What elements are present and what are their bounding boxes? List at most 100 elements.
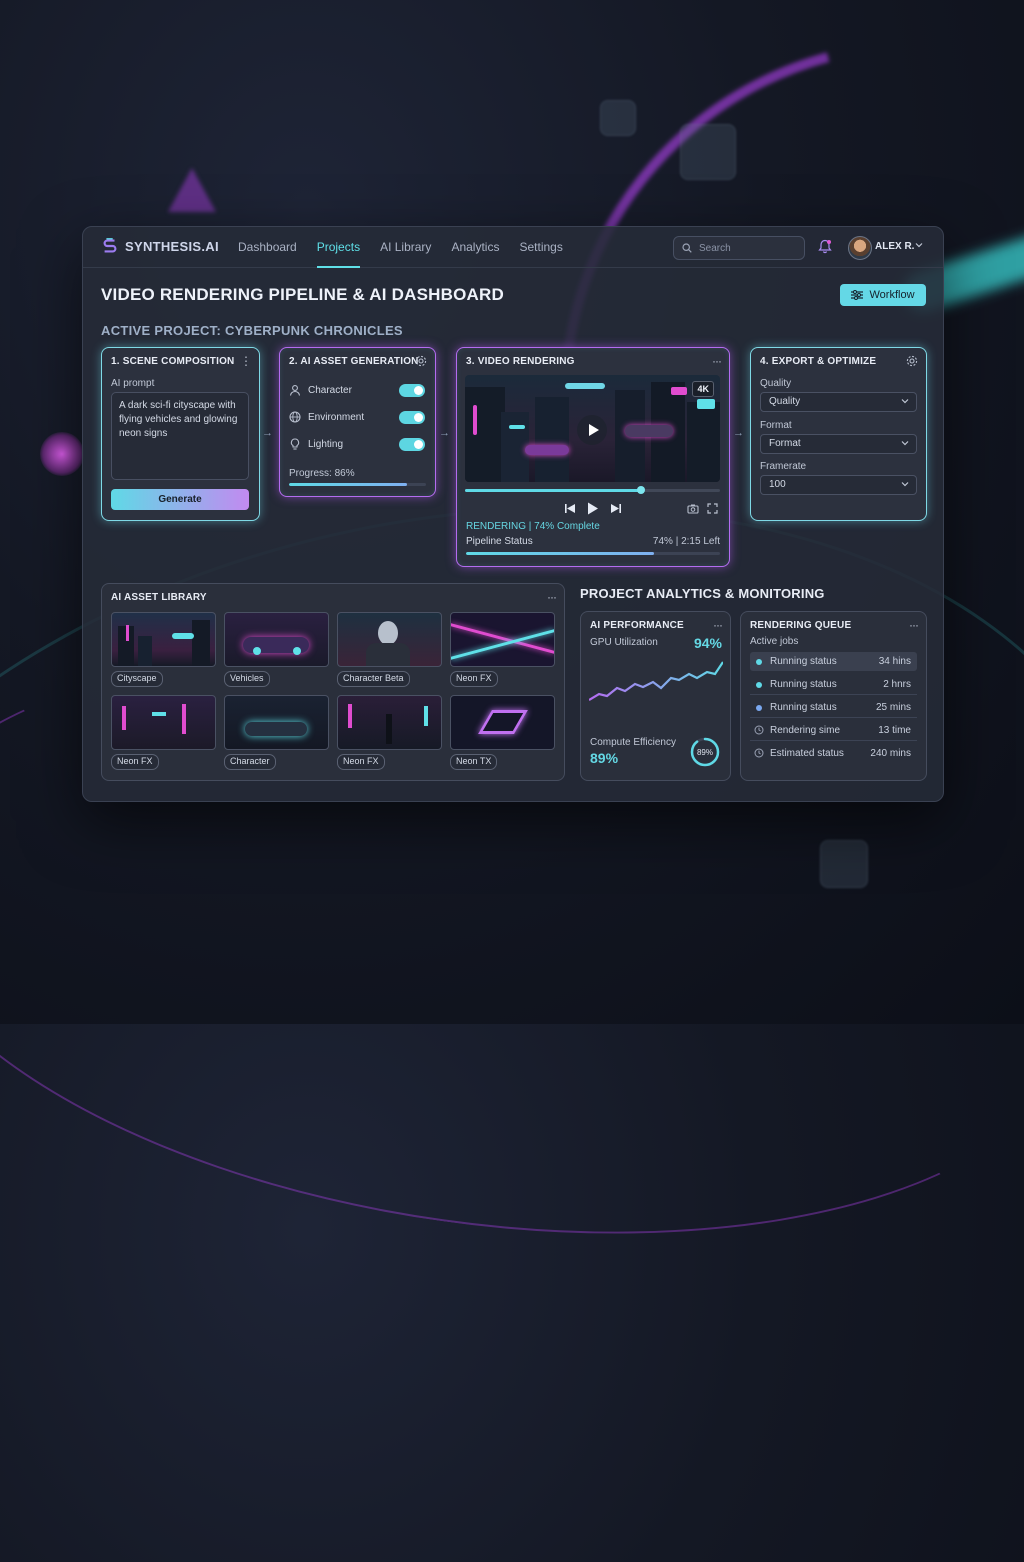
queue-row[interactable]: Rendering sime 13 time	[750, 721, 917, 741]
generate-button[interactable]: Generate	[111, 489, 249, 510]
asset-thumbnail-vehicles[interactable]	[224, 612, 329, 667]
nav-analytics[interactable]: Analytics	[451, 227, 499, 267]
arrow-right-icon: →	[733, 427, 744, 439]
asset-thumbnail-neon-fx[interactable]	[337, 695, 442, 750]
quality-select[interactable]: Quality	[760, 392, 917, 412]
nav-projects[interactable]: Projects	[316, 227, 361, 268]
fullscreen-icon[interactable]	[707, 503, 718, 514]
neon-sign	[697, 399, 715, 409]
prompt-textarea[interactable]: A dark sci-fi cityscape with flying vehi…	[111, 392, 249, 480]
queue-row[interactable]: Estimated status 240 mins	[750, 744, 917, 763]
project-title: ACTIVE PROJECT: CYBERPUNK CHRONICLES	[101, 323, 403, 338]
nav-settings[interactable]: Settings	[519, 227, 562, 267]
neon-sign	[509, 425, 525, 429]
city-building	[465, 387, 505, 482]
queue-subtitle: Active jobs	[750, 636, 799, 647]
lighting-toggle[interactable]	[399, 438, 425, 451]
asset-thumbnail-character-beta[interactable]	[337, 612, 442, 667]
asset-thumbnail-character[interactable]	[224, 695, 329, 750]
character-toggle[interactable]	[399, 384, 425, 397]
seek-handle[interactable]	[636, 486, 645, 494]
clock-icon	[754, 748, 764, 758]
lightbulb-icon	[290, 438, 300, 450]
skip-back-icon[interactable]	[564, 503, 576, 514]
scene-composition-card: 1. SCENE COMPOSITION ⋮ AI prompt A dark …	[101, 347, 260, 521]
city-building	[687, 402, 720, 482]
queue-row-label: Running status	[770, 702, 837, 713]
pipeline-remaining: 74% | 2:15 Left	[652, 536, 720, 547]
toggle-label: Lighting	[308, 439, 344, 450]
top-bar: SYNTHESIS.AI Dashboard Projects AI Libra…	[83, 227, 943, 268]
search-input[interactable]	[697, 241, 801, 255]
app-logo[interactable]: SYNTHESIS.AI	[101, 237, 219, 255]
more-icon[interactable]: ⋮	[240, 354, 252, 368]
asset-thumbnail-neon-fx[interactable]	[111, 695, 216, 750]
queue-row-label: Rendering sime	[770, 725, 841, 736]
asset-library-panel: AI ASSET LIBRARY ··· Cityscape Vehicles …	[101, 583, 565, 781]
toggle-row-environment: Environment	[289, 410, 429, 426]
chevron-down-icon[interactable]	[915, 242, 923, 248]
asset-thumbnail-neon-tx[interactable]	[450, 695, 555, 750]
card-title: 1. SCENE COMPOSITION	[111, 356, 235, 367]
toggle-label: Environment	[308, 412, 365, 423]
user-name[interactable]: ALEX R.	[875, 241, 914, 252]
more-icon[interactable]: ···	[713, 618, 723, 632]
prompt-label: AI prompt	[111, 378, 155, 389]
queue-row[interactable]: Running status 34 hins	[750, 652, 917, 671]
avatar[interactable]	[848, 236, 872, 260]
search-box	[673, 236, 805, 260]
framerate-select[interactable]: 100	[760, 475, 917, 495]
asset-label: Neon FX	[337, 754, 385, 770]
bell-icon[interactable]	[818, 239, 832, 254]
background-triangle	[168, 168, 216, 212]
more-icon[interactable]: ···	[909, 618, 919, 632]
clock-icon	[754, 725, 764, 735]
queue-row-value: 13 time	[878, 725, 911, 736]
more-icon[interactable]: ···	[712, 354, 722, 368]
asset-thumbnail-cityscape[interactable]	[111, 612, 216, 667]
queue-row[interactable]: Running status 25 mins	[750, 698, 917, 718]
efficiency-gauge: 89%	[690, 737, 720, 767]
render-status: RENDERING | 74% Complete	[466, 521, 600, 532]
asset-thumbnail-neon-fx[interactable]	[450, 612, 555, 667]
nav-ai-library[interactable]: AI Library	[380, 227, 431, 267]
dashboard-window: SYNTHESIS.AI Dashboard Projects AI Libra…	[82, 226, 944, 802]
more-icon[interactable]: ···	[547, 590, 557, 604]
gauge-value: 89%	[697, 748, 713, 757]
queue-row-value: 25 mins	[875, 702, 911, 713]
camera-icon[interactable]	[687, 503, 699, 514]
gpu-sparkline	[589, 661, 723, 701]
compute-label: Compute Efficiency	[590, 737, 676, 748]
asset-label: Cityscape	[111, 671, 163, 687]
nav-dashboard[interactable]: Dashboard	[238, 227, 297, 267]
asset-label: Vehicles	[224, 671, 270, 687]
play-icon[interactable]	[587, 502, 599, 515]
background-cube	[820, 840, 868, 888]
select-value: Format	[769, 438, 801, 449]
progress-fill	[466, 552, 654, 555]
gear-icon[interactable]	[415, 355, 427, 367]
toggle-label: Character	[308, 385, 352, 396]
progress-label: Progress: 86%	[289, 468, 355, 479]
gear-icon[interactable]	[906, 355, 918, 367]
neon-sign	[473, 405, 477, 435]
flying-vehicle	[565, 383, 605, 389]
queue-row-value: 34 hins	[878, 656, 911, 667]
card-title: 2. AI ASSET GENERATION	[289, 356, 419, 367]
video-seek-bar[interactable]	[465, 486, 720, 494]
queue-row[interactable]: Running status 2 hnrs	[750, 675, 917, 695]
export-optimize-card: 4. EXPORT & OPTIMIZE Quality Quality For…	[750, 347, 927, 521]
video-preview[interactable]: 4K	[465, 375, 720, 482]
workflow-button[interactable]: Workflow	[840, 284, 926, 306]
gpu-label: GPU Utilization	[590, 637, 658, 648]
sliders-icon	[851, 290, 864, 300]
skip-forward-icon[interactable]	[610, 503, 622, 514]
format-select[interactable]: Format	[760, 434, 917, 454]
status-dot	[756, 682, 762, 688]
environment-toggle[interactable]	[399, 411, 425, 424]
play-overlay-button[interactable]	[577, 415, 607, 445]
workflow-label: Workflow	[869, 289, 915, 301]
background-orb	[40, 432, 84, 476]
user-icon	[289, 385, 301, 396]
gpu-value: 94%	[693, 635, 722, 651]
